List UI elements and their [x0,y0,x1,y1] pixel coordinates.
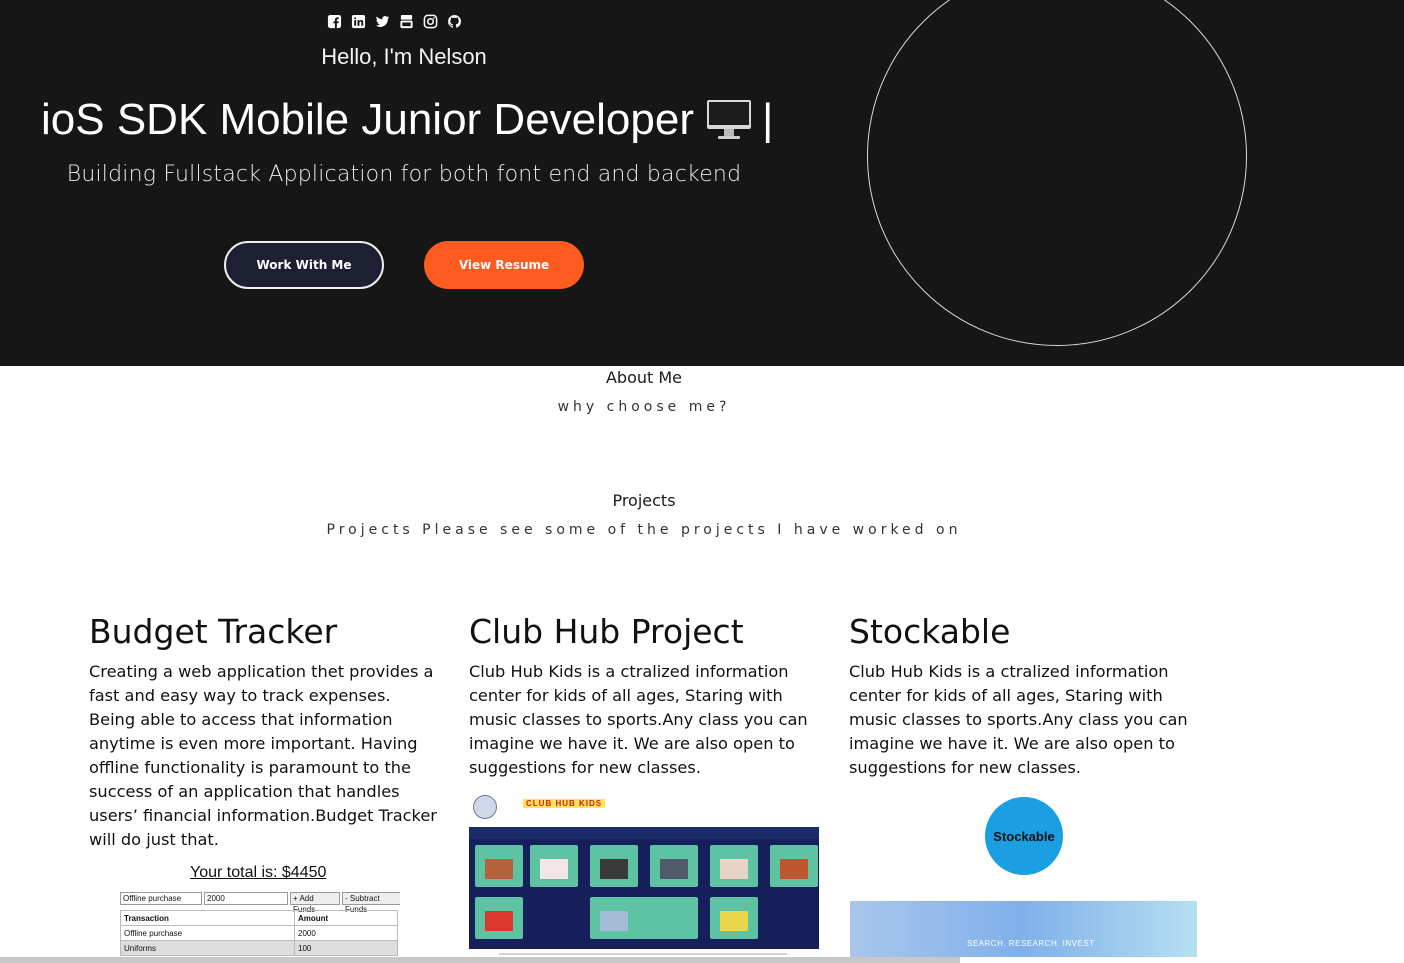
class-tile [475,897,523,939]
table-cell: 2000 [294,925,398,941]
greeting: Hello, I'm Nelson [321,44,487,69]
project-name: Stockable [849,612,1011,651]
table-cell: 100 [294,940,398,956]
column-header: Amount [294,910,398,926]
project-description: Club Hub Kids is a ctralized information… [849,662,1188,777]
club-hub-logo-icon [473,795,497,819]
instagram-icon[interactable] [422,13,438,29]
budget-form: Offline purchase 2000 + Add Funds - Subt… [120,892,400,914]
projects-subtitle: Projects Please see some of the projects… [326,522,962,538]
table-row: Uniforms 100 [120,940,398,956]
projects-title: Projects [612,491,676,510]
class-tile [475,845,523,887]
hero-section: Hello, I'm Nelson ioS SDK Mobile Junior … [0,0,1404,366]
budget-tracker-screenshot[interactable]: Your total is: $4450 Offline purchase 20… [118,862,400,963]
class-tile [530,845,578,887]
transactions-table: Transaction Amount Offline purchase 2000… [120,910,398,956]
stockable-screenshot[interactable]: Stockable SEARCH. RESEARCH. INVEST [849,793,1199,963]
about-title: About Me [605,368,683,387]
divider [499,953,787,955]
view-resume-button[interactable]: View Resume [424,241,584,289]
project-card-club-hub: Club Hub Project Club Hub Kids is a ctra… [469,612,819,780]
horizontal-scrollbar[interactable] [0,957,960,963]
table-cell: Uniforms [120,940,295,956]
facebook-icon[interactable] [326,13,342,29]
project-card-budget-tracker: Budget Tracker Creating a web applicatio… [89,612,439,852]
project-name: Club Hub Project [469,612,744,651]
class-tile [590,897,698,939]
hero-subtitle: Building Fullstack Application for both … [66,162,742,187]
project-description: Creating a web application thet provides… [89,662,437,849]
title-text: ioS SDK Mobile Junior Developer [41,95,694,144]
transaction-amount-field: 2000 [204,892,288,905]
class-tile [710,897,758,939]
about-subtitle: why choose me? [557,399,731,415]
stockable-banner-text: SEARCH. RESEARCH. INVEST [967,939,1095,948]
computer-icon [706,99,752,141]
club-hub-navbar [469,827,819,839]
linkedin-icon[interactable] [350,13,366,29]
class-tile [770,845,818,887]
project-name: Budget Tracker [89,612,338,651]
page-title: ioS SDK Mobile Junior Developer | [41,95,773,145]
project-card-stockable: Stockable Club Hub Kids is a ctralized i… [849,612,1199,780]
club-hub-class-grid [469,839,819,949]
profile-photo-circle [867,0,1247,346]
club-hub-screenshot[interactable]: CLUB HUB KIDS [469,793,819,963]
typing-cursor: | [761,95,774,144]
column-header: Transaction [120,910,295,926]
twitter-icon[interactable] [374,13,390,29]
class-tile [650,845,698,887]
table-row: Offline purchase 2000 [120,925,398,941]
add-funds-button: + Add Funds [290,892,340,914]
stockable-banner: SEARCH. RESEARCH. INVEST [850,901,1197,957]
stockable-logo: Stockable [985,797,1063,875]
social-links [326,13,462,29]
transaction-name-field: Offline purchase [120,892,202,905]
class-tile [590,845,638,887]
table-header: Transaction Amount [120,910,398,926]
table-cell: Offline purchase [120,925,295,941]
youtube-icon[interactable] [398,13,414,29]
github-icon[interactable] [446,13,462,29]
subtract-funds-button: - Subtract Funds [342,892,400,914]
club-hub-logo-text: CLUB HUB KIDS [523,799,606,808]
work-with-me-button[interactable]: Work With Me [224,241,384,289]
project-description: Club Hub Kids is a ctralized information… [469,662,808,777]
class-tile [710,845,758,887]
budget-total: Your total is: $4450 [190,864,327,881]
club-hub-header: CLUB HUB KIDS [469,793,819,827]
stockable-logo-text: Stockable [993,828,1055,844]
